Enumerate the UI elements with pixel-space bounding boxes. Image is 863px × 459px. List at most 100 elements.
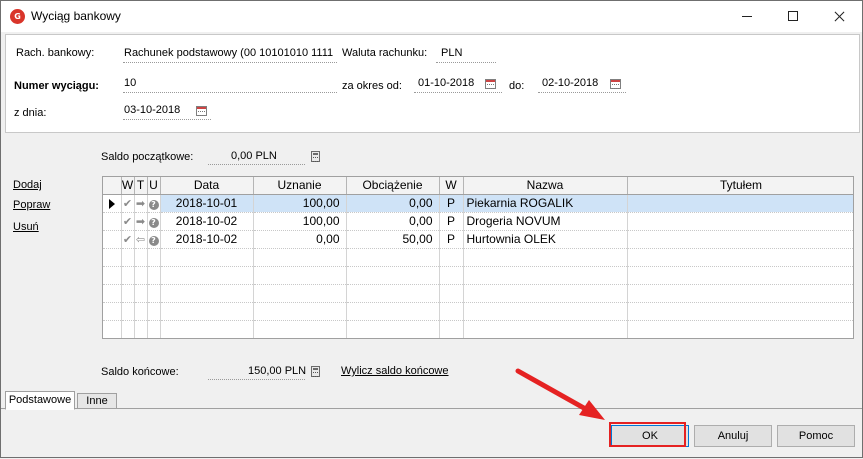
column-header-date[interactable]: Data xyxy=(160,177,254,195)
add-link[interactable]: Dodaj xyxy=(13,179,42,191)
row-date: 2018-10-02 xyxy=(160,212,254,231)
table-row[interactable]: ✔ ➡ ? 2018-10-01 100,00 0,00 P Piekarnia… xyxy=(103,194,853,213)
row-title xyxy=(627,230,853,249)
title-bar: G Wyciąg bankowy xyxy=(1,1,862,32)
window-title: Wyciąg bankowy xyxy=(31,9,121,23)
compute-closing-balance-link[interactable]: Wylicz saldo końcowe xyxy=(341,365,449,377)
period-to-label: do: xyxy=(509,80,525,92)
closing-balance-label: Saldo końcowe: xyxy=(101,366,179,378)
date-field[interactable]: 03-10-2018 xyxy=(124,104,180,116)
question-icon: ? xyxy=(148,217,159,228)
arrow-right-icon: ➡ xyxy=(134,194,148,213)
row-indicator xyxy=(103,230,122,249)
tab-basic[interactable]: Podstawowe xyxy=(5,391,75,410)
row-debit: 50,00 xyxy=(346,230,440,249)
account-label: Rach. bankowy: xyxy=(16,47,95,59)
column-header-title[interactable]: Tytułem xyxy=(627,177,853,195)
column-header-w[interactable]: W xyxy=(121,177,135,195)
row-credit: 0,00 xyxy=(253,230,347,249)
row-date: 2018-10-02 xyxy=(160,230,254,249)
question-cell: ? xyxy=(147,194,161,213)
close-button[interactable] xyxy=(816,1,862,32)
delete-link[interactable]: Usuń xyxy=(13,221,39,233)
column-header-debit[interactable]: Obciążenie xyxy=(346,177,440,195)
arrow-left-icon: ⇦ xyxy=(134,230,148,249)
empty-row xyxy=(103,320,853,338)
question-cell: ? xyxy=(147,212,161,231)
period-to-field[interactable]: 02-10-2018 xyxy=(542,77,598,89)
table-row[interactable]: ✔ ⇦ ? 2018-10-02 0,00 50,00 P Hurtownia … xyxy=(103,230,853,249)
maximize-icon xyxy=(788,11,798,21)
statement-number-underline xyxy=(123,92,337,93)
minimize-button[interactable] xyxy=(724,1,770,32)
currency-underline xyxy=(436,62,496,63)
question-icon: ? xyxy=(148,199,159,210)
currency-field[interactable]: PLN xyxy=(441,47,462,59)
date-underline xyxy=(123,119,211,120)
grid-header-row: W T U Data Uznanie Obciążenie W Nazwa Ty… xyxy=(103,177,853,195)
row-indicator xyxy=(103,212,122,231)
currency-label: Waluta rachunku: xyxy=(342,47,428,59)
opening-balance-label: Saldo początkowe: xyxy=(101,151,194,163)
table-row[interactable]: ✔ ➡ ? 2018-10-02 100,00 0,00 P Drogeria … xyxy=(103,212,853,231)
edit-link[interactable]: Popraw xyxy=(13,199,50,211)
transactions-grid[interactable]: W T U Data Uznanie Obciążenie W Nazwa Ty… xyxy=(102,176,854,339)
row-title xyxy=(627,194,853,213)
help-button[interactable]: Pomoc xyxy=(777,425,855,447)
calculator-icon[interactable] xyxy=(311,151,320,162)
opening-balance-value[interactable]: 0,00 PLN xyxy=(231,150,277,162)
row-indicator xyxy=(103,194,122,213)
period-to-underline xyxy=(538,92,626,93)
period-from-label: za okres od: xyxy=(342,80,402,92)
column-header-credit[interactable]: Uznanie xyxy=(253,177,347,195)
account-underline xyxy=(123,62,337,63)
check-icon: ✔ xyxy=(121,212,135,231)
indicator-header xyxy=(103,177,122,195)
statement-number-label: Numer wyciągu: xyxy=(14,80,99,92)
row-title xyxy=(627,212,853,231)
row-debit: 0,00 xyxy=(346,194,440,213)
empty-row xyxy=(103,284,853,303)
current-row-icon xyxy=(108,198,115,209)
calendar-icon[interactable] xyxy=(196,106,207,116)
closing-balance-underline xyxy=(208,379,305,380)
cancel-button[interactable]: Anuluj xyxy=(694,425,772,447)
statement-number-field[interactable]: 10 xyxy=(124,77,136,89)
row-name: Piekarnia ROGALIK xyxy=(463,194,628,213)
statement-header-panel: Rach. bankowy: Rachunek podstawowy (00 1… xyxy=(5,34,860,133)
period-from-underline xyxy=(414,92,502,93)
row-name: Drogeria NOVUM xyxy=(463,212,628,231)
maximize-button[interactable] xyxy=(770,1,816,32)
column-header-name[interactable]: Nazwa xyxy=(463,177,628,195)
row-w: P xyxy=(439,194,464,213)
column-header-t[interactable]: T xyxy=(134,177,148,195)
opening-balance-underline xyxy=(208,164,305,165)
date-label: z dnia: xyxy=(14,107,47,119)
check-icon: ✔ xyxy=(121,230,135,249)
calculator-icon[interactable] xyxy=(311,366,320,377)
arrow-right-icon: ➡ xyxy=(134,212,148,231)
row-w: P xyxy=(439,230,464,249)
question-icon: ? xyxy=(148,235,159,246)
empty-row xyxy=(103,248,853,267)
account-field[interactable]: Rachunek podstawowy (00 10101010 1111 xyxy=(124,47,333,59)
empty-row xyxy=(103,302,853,321)
row-debit: 0,00 xyxy=(346,212,440,231)
minimize-icon xyxy=(742,16,752,17)
closing-balance-value[interactable]: 150,00 PLN xyxy=(248,365,306,377)
row-w: P xyxy=(439,212,464,231)
row-credit: 100,00 xyxy=(253,212,347,231)
transactions-table: W T U Data Uznanie Obciążenie W Nazwa Ty… xyxy=(103,177,853,338)
check-icon: ✔ xyxy=(121,194,135,213)
row-name: Hurtownia OLEK xyxy=(463,230,628,249)
calendar-icon[interactable] xyxy=(485,79,496,89)
tab-other[interactable]: Inne xyxy=(77,393,117,409)
dialog-window: G Wyciąg bankowy Rach. bankowy: Rachunek… xyxy=(0,0,863,458)
calendar-icon[interactable] xyxy=(610,79,621,89)
row-date: 2018-10-01 xyxy=(160,194,254,213)
period-from-field[interactable]: 01-10-2018 xyxy=(418,77,474,89)
ok-button[interactable]: OK xyxy=(611,425,689,447)
column-header-u[interactable]: U xyxy=(147,177,161,195)
question-cell: ? xyxy=(147,230,161,249)
column-header-w2[interactable]: W xyxy=(439,177,464,195)
